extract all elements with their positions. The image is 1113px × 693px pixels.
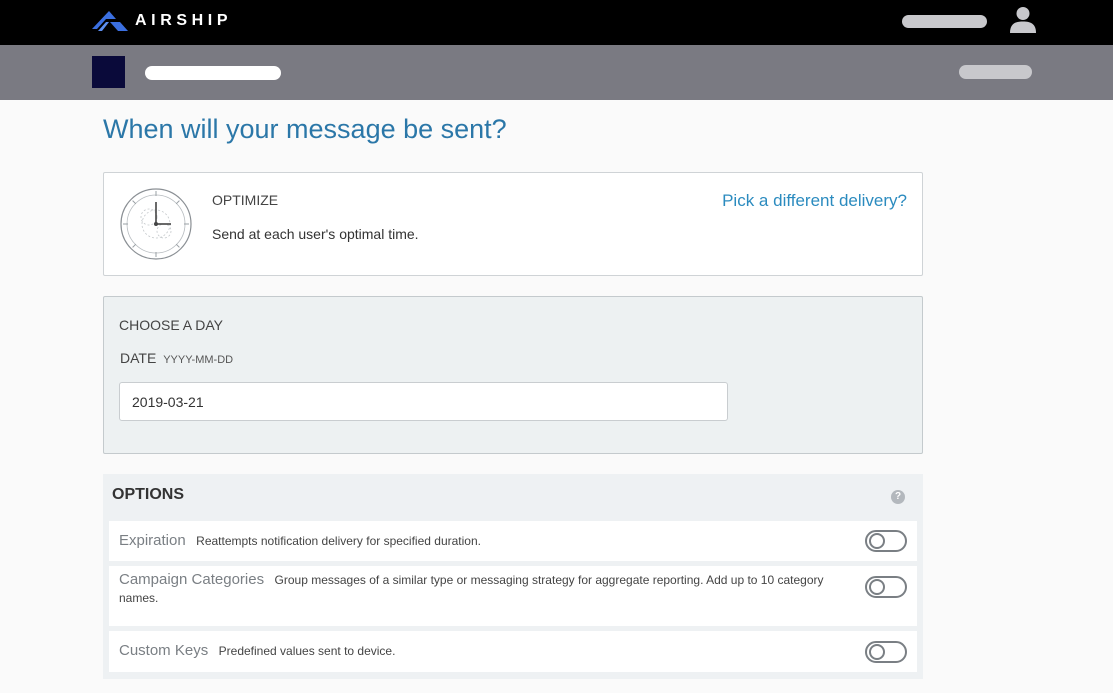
user-icon[interactable]: [1009, 6, 1037, 33]
delivery-type-description: Send at each user's optimal time.: [212, 226, 419, 242]
question-icon[interactable]: ?: [891, 490, 905, 504]
options-title: OPTIONS: [112, 486, 185, 503]
expiration-toggle[interactable]: [865, 530, 907, 552]
page-title: When will your message be sent?: [103, 114, 507, 144]
delivery-summary-card: OPTIMIZE Send at each user's optimal tim…: [103, 172, 923, 276]
choose-day-card: CHOOSE A DAY DATE YYYY-MM-DD: [103, 296, 923, 454]
project-icon[interactable]: [92, 56, 125, 88]
options-panel: OPTIONS ? Expiration Reattempts notifica…: [103, 474, 923, 679]
toggle-knob: [869, 579, 885, 595]
option-row-expiration: Expiration Reattempts notification deliv…: [109, 521, 917, 561]
option-name: Expiration: [119, 532, 186, 549]
date-label: DATE YYYY-MM-DD: [120, 350, 233, 366]
delivery-type-title: OPTIMIZE: [212, 192, 279, 208]
pick-different-delivery-link[interactable]: Pick a different delivery?: [722, 191, 907, 211]
top-navigation-bar: AIRSHIP: [0, 0, 1113, 45]
clock-icon: [120, 188, 192, 260]
option-description: Reattempts notification delivery for spe…: [196, 534, 481, 548]
project-action-placeholder[interactable]: [959, 65, 1032, 79]
date-input[interactable]: [119, 382, 728, 421]
date-label-text: DATE: [120, 350, 157, 366]
custom-keys-toggle[interactable]: [865, 641, 907, 663]
project-name-placeholder[interactable]: [145, 66, 281, 80]
date-format-hint: YYYY-MM-DD: [163, 354, 234, 366]
choose-day-title: CHOOSE A DAY: [119, 317, 223, 333]
airship-logo-icon: [92, 11, 128, 31]
user-name-placeholder[interactable]: [902, 15, 987, 28]
project-bar: [0, 45, 1113, 100]
option-name: Campaign Categories: [119, 571, 265, 588]
toggle-knob: [869, 644, 885, 660]
option-row-custom-keys: Custom Keys Predefined values sent to de…: [109, 631, 917, 672]
airship-logo[interactable]: AIRSHIP: [92, 9, 232, 33]
option-row-campaign-categories: Campaign Categories Group messages of a …: [109, 566, 917, 626]
brand-name: AIRSHIP: [135, 12, 233, 29]
option-description: Predefined values sent to device.: [218, 644, 396, 658]
option-name: Custom Keys: [119, 642, 209, 659]
toggle-knob: [869, 533, 885, 549]
campaign-categories-toggle[interactable]: [865, 576, 907, 598]
